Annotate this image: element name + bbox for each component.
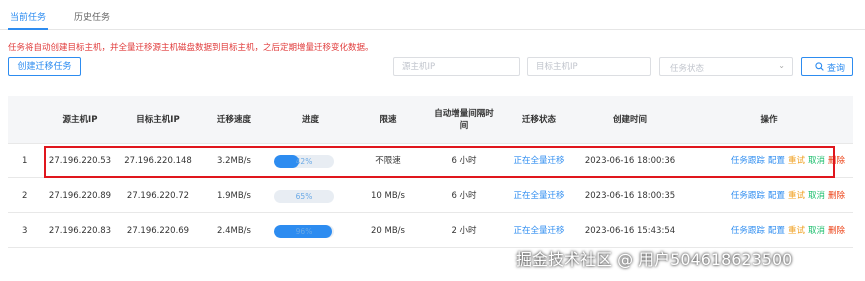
header-actions: 操作 xyxy=(760,114,778,125)
cell-created-time: 2023-06-16 18:00:35 xyxy=(584,190,676,201)
progress-bar: 65% xyxy=(274,190,334,203)
cell-source-ip: 27.196.220.83 xyxy=(48,225,112,236)
cell-rate-limit: 10 MB/s xyxy=(371,190,405,201)
cell-interval: 2 小时 xyxy=(451,225,477,236)
cell-progress: 65% xyxy=(270,179,351,212)
header-progress: 进度 xyxy=(301,114,319,125)
watermark: 掘金技术社区 @ 用户504618623500 xyxy=(516,250,793,269)
delete-link[interactable]: 删除 xyxy=(828,190,845,202)
config-link[interactable]: 配置 xyxy=(768,225,785,237)
cell-index: 2 xyxy=(22,190,28,201)
cell-index: 3 xyxy=(22,225,28,236)
cell-source-ip: 27.196.220.89 xyxy=(48,190,112,201)
cancel-link[interactable]: 取消 xyxy=(808,225,825,237)
search-icon xyxy=(815,62,824,71)
task-status-placeholder: 任务状态 xyxy=(670,64,705,74)
info-notice: 任务将自动创建目标主机，并全量迁移源主机磁盘数据到目标主机，之后定期增量迁移变化… xyxy=(8,43,374,53)
cell-target-ip: 27.196.220.72 xyxy=(126,190,190,201)
create-migration-task-button[interactable]: 创建迁移任务 xyxy=(8,57,81,76)
cell-progress: 96% xyxy=(270,214,351,247)
retry-link[interactable]: 重试 xyxy=(788,190,805,202)
cell-status[interactable]: 正在全量迁移 xyxy=(503,214,575,247)
cell-actions: 任务跟踪 配置 重试 取消 删除 xyxy=(685,179,845,212)
header-source-ip: 源主机IP xyxy=(62,114,98,125)
tab-current-tasks[interactable]: 当前任务 xyxy=(10,10,46,23)
cell-speed: 2.4MB/s xyxy=(217,225,251,236)
cell-created-time: 2023-06-16 15:43:54 xyxy=(584,225,676,236)
target-ip-input[interactable] xyxy=(528,58,650,75)
search-button-label: 查询 xyxy=(827,63,846,73)
header-interval: 自动增量间隔时间 xyxy=(434,108,494,131)
task-track-link[interactable]: 任务跟踪 xyxy=(731,190,765,202)
cell-rate-limit: 20 MB/s xyxy=(371,225,405,236)
source-ip-input[interactable] xyxy=(394,58,519,75)
header-speed: 迁移速度 xyxy=(216,114,251,125)
progress-label: 65% xyxy=(295,192,313,201)
tab-bar: 当前任务 历史任务 xyxy=(0,0,865,30)
delete-link[interactable]: 删除 xyxy=(828,225,845,237)
search-button[interactable]: 查询 xyxy=(801,57,853,76)
target-ip-field[interactable] xyxy=(527,57,651,76)
task-status-select[interactable]: 任务状态 ⌄ xyxy=(659,57,793,76)
progress-label: 96% xyxy=(295,227,313,236)
header-rate-limit: 限速 xyxy=(379,114,397,125)
source-ip-field[interactable] xyxy=(393,57,520,76)
cancel-link[interactable]: 取消 xyxy=(808,190,825,202)
cell-status[interactable]: 正在全量迁移 xyxy=(503,179,575,212)
cell-target-ip: 27.196.220.69 xyxy=(126,225,190,236)
header-target-ip: 目标主机IP xyxy=(136,114,180,125)
table-row: 2 27.196.220.89 27.196.220.72 1.9MB/s 65% 10 … xyxy=(8,179,853,213)
table-header: 源主机IP 目标主机IP 迁移速度 进度 限速 自动增量间隔时间 迁移状态 创建… xyxy=(8,96,853,144)
table-row: 3 27.196.220.83 27.196.220.69 2.4MB/s 96% 20 … xyxy=(8,214,853,248)
config-link[interactable]: 配置 xyxy=(768,190,785,202)
header-status: 迁移状态 xyxy=(521,114,556,125)
cell-actions: 任务跟踪 配置 重试 取消 删除 xyxy=(685,214,845,247)
progress-bar: 96% xyxy=(274,225,334,238)
cell-speed: 1.9MB/s xyxy=(217,190,251,201)
cell-index: 1 xyxy=(22,155,28,166)
cell-interval: 6 小时 xyxy=(451,190,477,201)
active-tab-indicator xyxy=(8,28,48,30)
highlight-box xyxy=(44,146,835,178)
header-index xyxy=(8,96,42,143)
chevron-down-icon: ⌄ xyxy=(778,61,785,70)
tab-history-tasks[interactable]: 历史任务 xyxy=(74,10,110,23)
retry-link[interactable]: 重试 xyxy=(788,225,805,237)
task-track-link[interactable]: 任务跟踪 xyxy=(731,225,765,237)
header-created-time: 创建时间 xyxy=(612,114,647,125)
